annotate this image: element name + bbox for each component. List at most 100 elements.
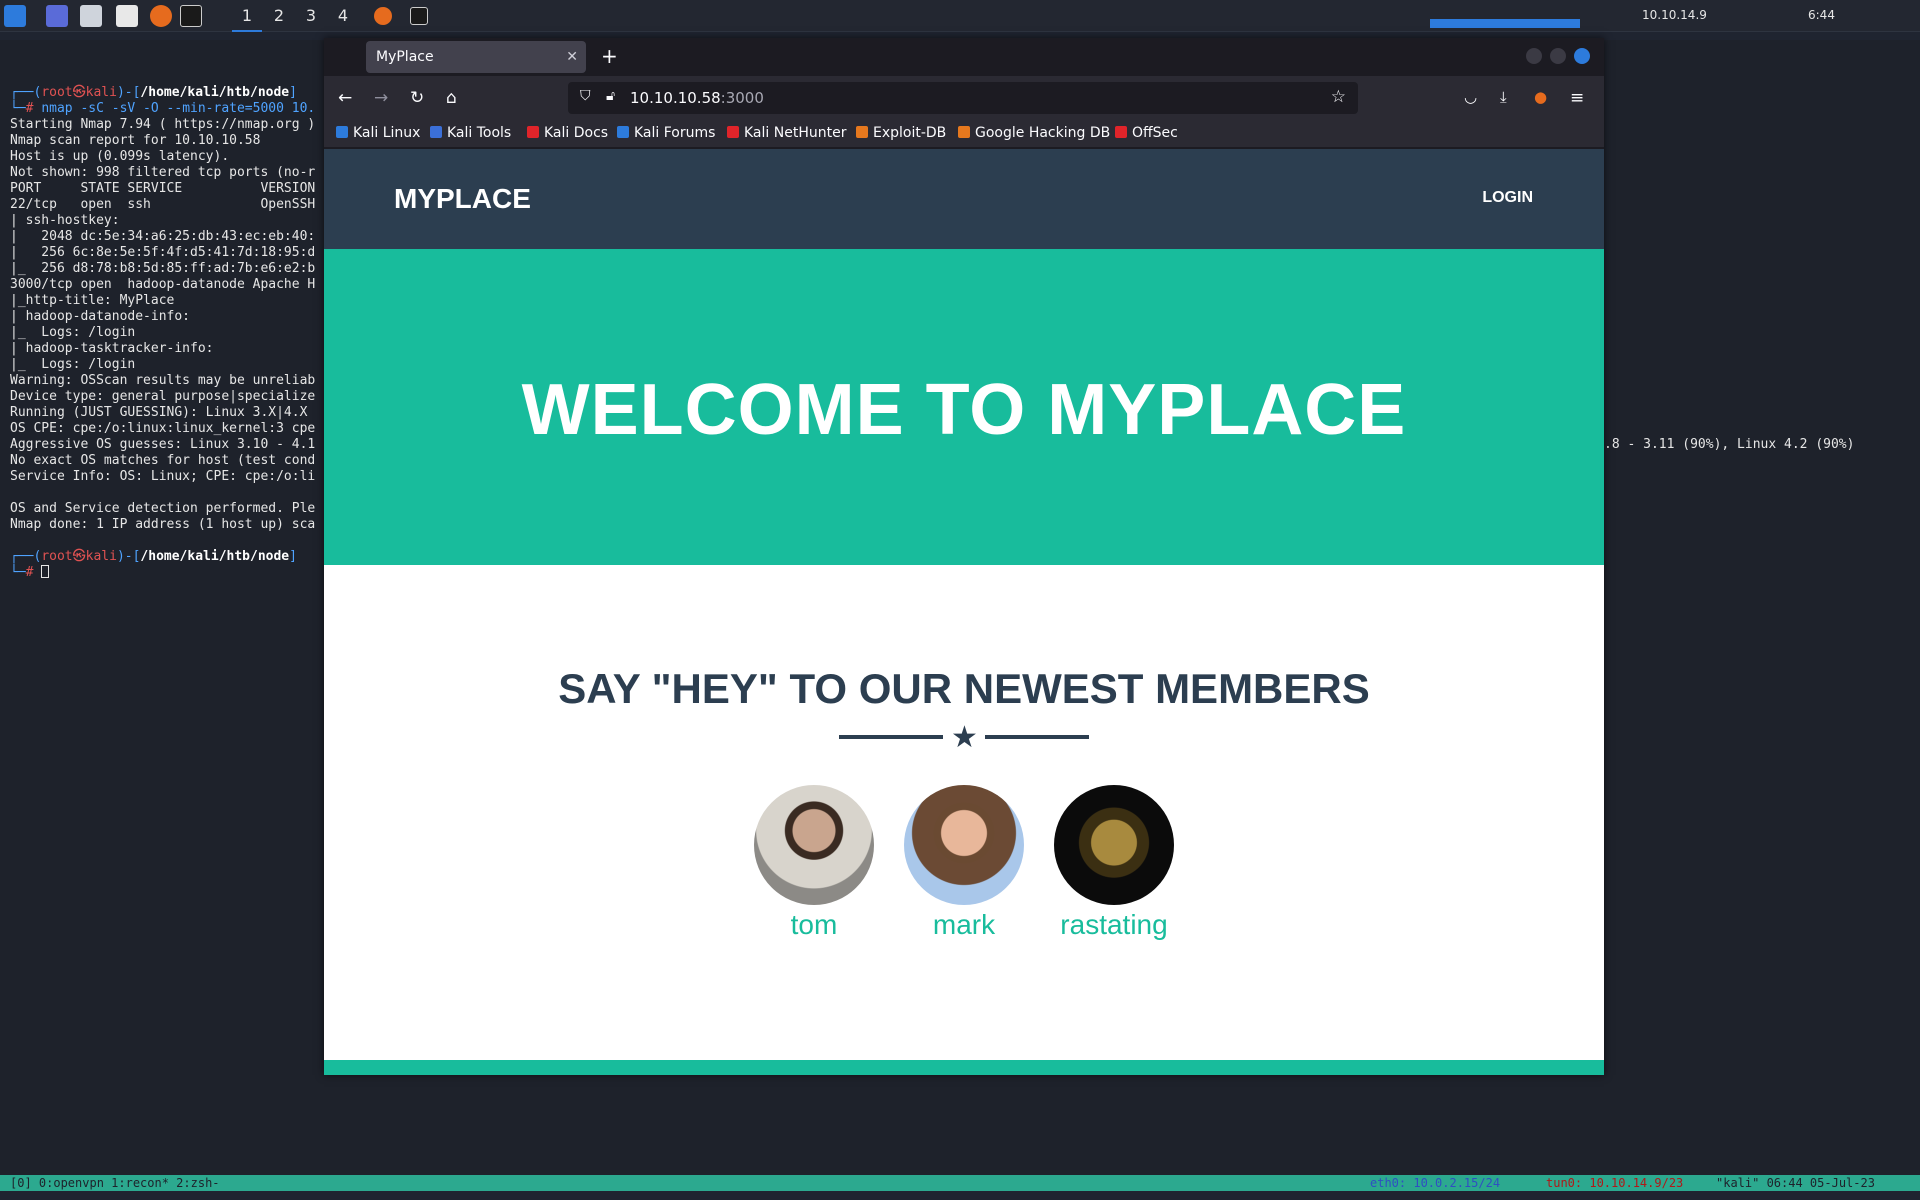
workspace-3[interactable]: 3	[296, 0, 326, 32]
member-name[interactable]: mark	[904, 909, 1024, 941]
bookmark-kali-docs[interactable]: Kali Docs	[527, 125, 608, 141]
terminal-line: OS and Service detection performed. Ple	[10, 501, 316, 516]
command-text: nmap -sC -sV -O --min-rate=5000 10.	[41, 101, 316, 116]
downloads-icon[interactable]: ⤓	[1500, 88, 1507, 106]
prompt-path-2: /home/kali/htb/node	[140, 549, 290, 564]
bookmark-label: Exploit-DB	[873, 125, 947, 141]
firefox-window: MyPlace ✕ + ← → ↻ ⌂ ⛉ 🔓︎ 10.10.10.58:300…	[324, 38, 1604, 1075]
members-title: SAY "HEY" TO OUR NEWEST MEMBERS	[558, 665, 1370, 712]
clock[interactable]: 6:44	[1808, 8, 1835, 22]
bookmark-label: Kali Linux	[353, 125, 421, 141]
bookmark-label: OffSec	[1132, 125, 1178, 141]
avatar[interactable]	[904, 785, 1024, 905]
top-panel: 1 2 3 4 10.10.14.9 6:44	[0, 0, 1920, 32]
star-icon: ★	[951, 720, 978, 755]
nav-toolbar: ← → ↻ ⌂ ⛉ 🔓︎ 10.10.10.58:3000 ☆ ◡ ⤓ ● ≡	[324, 76, 1604, 120]
tab-bar: MyPlace ✕ +	[324, 38, 1604, 76]
bookmark-label: Google Hacking DB	[975, 125, 1111, 141]
url-host: 10.10.10.58	[630, 89, 721, 107]
kali-nethunter-icon	[727, 126, 739, 138]
member-mark[interactable]: mark	[904, 785, 1024, 941]
cursor-line: └─#	[10, 565, 50, 581]
prompt-user-2: root㉿kali	[41, 549, 117, 564]
terminal-line: Nmap scan report for 10.10.10.58	[10, 133, 261, 148]
menu-icon[interactable]: ≡	[1570, 88, 1584, 108]
bookmark-kali-nethunter[interactable]: Kali NetHunter	[727, 125, 846, 141]
url-bar[interactable]: ⛉ 🔓︎ 10.10.10.58:3000 ☆	[568, 82, 1358, 114]
bookmark-kali-tools[interactable]: Kali Tools	[430, 125, 511, 141]
divider-right	[985, 735, 1089, 739]
workspace-2[interactable]: 2	[264, 0, 294, 32]
close-tab-icon[interactable]: ✕	[566, 41, 578, 73]
desktop-icon[interactable]	[46, 5, 68, 27]
kali-linux-icon	[336, 126, 348, 138]
file-manager-icon[interactable]	[80, 5, 102, 27]
member-tom[interactable]: tom	[754, 785, 874, 941]
prompt-line-2: ┌──(root㉿kali)-[/home/kali/htb/node]	[10, 549, 297, 564]
terminal-line: Device type: general purpose|specialize	[10, 389, 316, 404]
text-editor-icon[interactable]	[116, 5, 138, 27]
web-page: MYPLACE LOGIN WELCOME TO MYPLACE SAY "HE…	[324, 149, 1604, 1075]
footer-bar	[324, 1060, 1604, 1075]
back-icon[interactable]: ←	[338, 88, 352, 108]
forward-icon[interactable]: →	[374, 88, 388, 108]
bookmark-star-icon[interactable]: ☆	[1331, 87, 1346, 107]
taskbar-firefox-icon[interactable]	[374, 7, 392, 25]
tmux-status-bar: [0] 0:openvpn 1:recon* 2:zsh- eth0: 10.0…	[0, 1175, 1920, 1191]
bookmark-kali-forums[interactable]: Kali Forums	[617, 125, 715, 141]
bookmark-label: Kali Docs	[544, 125, 609, 141]
workspace-1[interactable]: 1	[232, 0, 262, 32]
bookmark-exploit-db[interactable]: Exploit-DB	[856, 125, 946, 141]
login-link[interactable]: LOGIN	[1482, 189, 1533, 207]
member-name[interactable]: rastating	[1054, 909, 1174, 941]
hero-title: WELCOME TO MYPLACE	[521, 370, 1407, 450]
os-guess-fragment: .8 - 3.11 (90%), Linux 4.2 (90%)	[1604, 437, 1855, 452]
terminal-line: |_ Logs: /login	[10, 325, 136, 340]
new-tab-icon[interactable]: +	[601, 44, 618, 68]
terminal-icon[interactable]	[180, 5, 202, 27]
bookmark-kali-linux[interactable]: Kali Linux	[336, 125, 420, 141]
avatar[interactable]	[1054, 785, 1174, 905]
prompt-line: ┌──(root㉿kali)-[/home/kali/htb/node]	[10, 85, 297, 100]
kali-tools-icon	[430, 126, 442, 138]
reload-icon[interactable]: ↻	[410, 88, 424, 108]
taskbar-terminal-icon[interactable]	[410, 7, 428, 25]
bookmark-label: Kali Tools	[447, 125, 512, 141]
bookmark-offsec[interactable]: OffSec	[1115, 125, 1178, 141]
kali-menu-icon[interactable]	[4, 5, 26, 27]
tmux-host: "kali" 06:44 05-Jul-23	[1716, 1176, 1875, 1190]
minimize-button[interactable]	[1526, 48, 1542, 64]
terminal-line: |_http-title: MyPlace	[10, 293, 175, 308]
kali-docs-icon	[527, 126, 539, 138]
bookmark-google-hacking-db[interactable]: Google Hacking DB	[958, 125, 1110, 141]
home-icon[interactable]: ⌂	[446, 88, 457, 108]
terminal-line: | 2048 dc:5e:34:a6:25:db:43:ec:eb:40:	[10, 229, 316, 244]
member-rastating[interactable]: rastating	[1054, 785, 1174, 941]
terminal-line: Nmap done: 1 IP address (1 host up) sca	[10, 517, 316, 532]
insecure-lock-icon[interactable]: 🔓︎	[606, 88, 615, 104]
site-brand[interactable]: MYPLACE	[394, 183, 531, 215]
terminal-line: Service Info: OS: Linux; CPE: cpe:/o:li	[10, 469, 316, 484]
tmux-windows[interactable]: [0] 0:openvpn 1:recon* 2:zsh-	[10, 1175, 220, 1191]
terminal-line: Warning: OSScan results may be unreliab	[10, 373, 316, 388]
terminal-line: | 256 6c:8e:5e:5f:4f:d5:41:7d:18:95:d	[10, 245, 316, 260]
pocket-icon[interactable]: ◡	[1464, 88, 1477, 106]
terminal-line: No exact OS matches for host (test cond	[10, 453, 316, 468]
tab-myplace[interactable]: MyPlace ✕	[366, 41, 586, 73]
maximize-button[interactable]	[1550, 48, 1566, 64]
terminal-line: Starting Nmap 7.94 ( https://nmap.org )	[10, 117, 316, 132]
vpn-ip: 10.10.14.9	[1642, 8, 1707, 22]
shield-icon[interactable]: ⛉	[580, 88, 591, 104]
extensions-icon[interactable]: ●	[1534, 88, 1547, 106]
terminal-line: | ssh-hostkey:	[10, 213, 120, 228]
terminal-line: PORT STATE SERVICE VERSION	[10, 181, 316, 196]
url-text[interactable]: 10.10.10.58:3000	[630, 82, 764, 114]
workspace-4[interactable]: 4	[328, 0, 358, 32]
avatar[interactable]	[754, 785, 874, 905]
bookmark-label: Kali Forums	[634, 125, 716, 141]
url-port: :3000	[720, 89, 764, 107]
firefox-icon[interactable]	[150, 5, 172, 27]
close-window-button[interactable]	[1574, 48, 1590, 64]
terminal-line: 3000/tcp open hadoop-datanode Apache H	[10, 277, 316, 292]
member-name[interactable]: tom	[754, 909, 874, 941]
